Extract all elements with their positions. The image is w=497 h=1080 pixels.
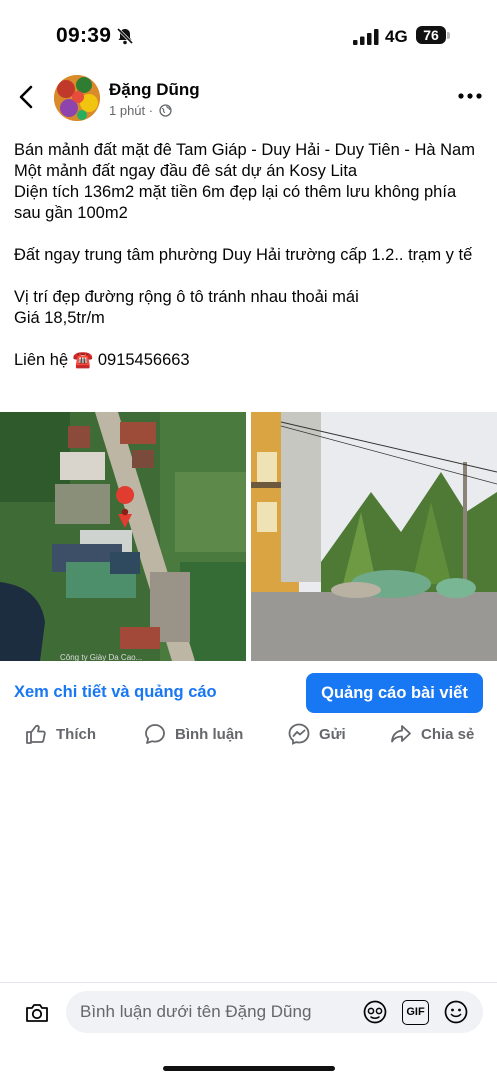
thumbs-up-icon [26, 724, 46, 744]
bell-off-icon [116, 27, 134, 45]
post-line: Vị trí đẹp đường rộng ô tô tránh nhau th… [14, 288, 359, 306]
post-line: Một mảnh đất ngay đầu đê sát dự án Kosy … [14, 162, 358, 180]
ad-cta-row: Xem chi tiết và quảng cáo Quảng cáo bài … [0, 672, 497, 714]
globe-icon [159, 104, 172, 117]
post-text: Bán mảnh đất mặt đê Tam Giáp - Duy Hải -… [14, 140, 484, 371]
map-credit: Công ty Giày Da Cao... [60, 653, 143, 661]
more-options-icon[interactable] [457, 88, 483, 104]
battery-level: 76 [416, 26, 446, 44]
see-details-link[interactable]: Xem chi tiết và quảng cáo [14, 683, 217, 702]
map-photo[interactable]: Công ty Giày Da Cao... [0, 412, 246, 661]
post-actions: Thích Bình luận Gửi Chia sẻ [0, 718, 497, 750]
network-type: 4G [385, 27, 408, 46]
share-label: Chia sẻ [421, 725, 475, 743]
gif-button[interactable]: GIF [402, 1000, 429, 1025]
post-line-contact[interactable]: Liên hệ ☎️ 0915456663 [14, 350, 484, 371]
land-photo[interactable] [251, 412, 497, 661]
send-button[interactable]: Gửi [287, 718, 346, 750]
land-street-image [251, 412, 497, 661]
comment-placeholder: Bình luận dưới tên Đặng Dũng [80, 1002, 312, 1021]
emoji-icon[interactable] [443, 999, 469, 1025]
signal-icon [353, 29, 379, 45]
like-label: Thích [56, 725, 96, 743]
share-arrow-icon [391, 725, 411, 743]
post-header: Đặng Dũng 1 phút · [0, 72, 497, 126]
post-time[interactable]: 1 phút [109, 103, 145, 118]
like-button[interactable]: Thích [24, 718, 96, 750]
post-line: Bán mảnh đất mặt đê Tam Giáp - Duy Hải -… [14, 141, 475, 159]
boost-post-button[interactable]: Quảng cáo bài viết [306, 673, 483, 713]
comment-button[interactable]: Bình luận [143, 718, 243, 750]
comment-bar: Bình luận dưới tên Đặng Dũng GIF [0, 982, 497, 1043]
comment-input[interactable]: Bình luận dưới tên Đặng Dũng GIF [66, 991, 483, 1033]
battery-tip [447, 32, 450, 39]
avatar[interactable] [54, 75, 100, 121]
post-meta: 1 phút · [109, 103, 172, 118]
meta-separator: · [148, 103, 154, 118]
back-icon[interactable] [12, 82, 42, 112]
post-line: Diện tích 136m2 mặt tiền 6m đẹp lại có t… [14, 183, 457, 222]
post-line: Đất ngay trung tâm phường Duy Hải trường… [14, 246, 473, 264]
avatar-sticker-icon[interactable] [362, 999, 388, 1025]
status-time: 09:39 [56, 24, 112, 47]
author-name[interactable]: Đặng Dũng [109, 80, 200, 100]
satellite-map-image [0, 412, 246, 661]
home-indicator[interactable] [163, 1066, 335, 1071]
comment-bubble-icon [145, 724, 165, 744]
camera-icon[interactable] [24, 1001, 50, 1025]
status-bar: 09:39 4G 76 [0, 0, 497, 72]
comment-label: Bình luận [175, 725, 244, 743]
post-line: Giá 18,5tr/m [14, 309, 105, 327]
share-button[interactable]: Chia sẻ [389, 718, 474, 750]
messenger-icon [288, 723, 310, 745]
send-label: Gửi [319, 725, 346, 743]
avatar-image [54, 75, 100, 121]
